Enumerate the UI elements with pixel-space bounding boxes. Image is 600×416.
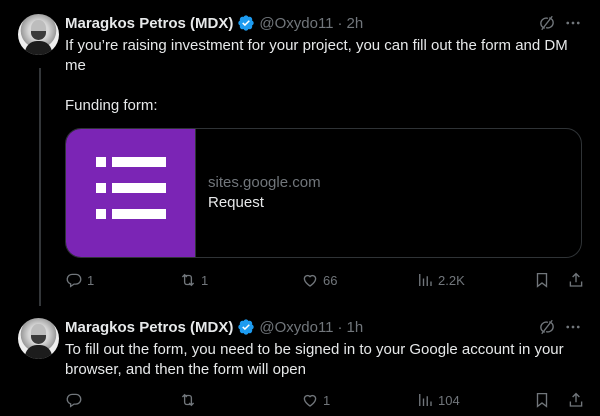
tweet-actions: 1 1 66 2.2K (65, 270, 585, 290)
bookmark-button[interactable] (533, 390, 551, 410)
more-icon[interactable] (564, 14, 582, 32)
repost-button[interactable]: 1 (179, 270, 208, 290)
separator: · (337, 14, 343, 32)
like-count: 1 (323, 392, 331, 408)
views-icon (419, 394, 432, 406)
repost-count: 1 (201, 272, 209, 288)
reply-icon (66, 393, 82, 408)
avatar[interactable] (18, 14, 59, 55)
tweet-header: Maragkos Petros (MDX) @Oxydo11 · 1h (65, 317, 363, 337)
like-button[interactable]: 1 (301, 390, 330, 410)
more-icon[interactable] (564, 318, 582, 336)
view-count: 2.2K (438, 272, 465, 288)
avatar[interactable] (18, 318, 59, 359)
link-card-body: sites.google.com Request (195, 129, 321, 257)
timestamp[interactable]: 1h (347, 319, 364, 336)
bookmark-icon (536, 272, 548, 288)
repost-button[interactable] (179, 390, 201, 410)
bookmark-icon (536, 392, 548, 408)
google-forms-icon (66, 129, 195, 257)
views-button[interactable]: 104 (416, 390, 460, 410)
reply-icon (66, 273, 82, 288)
share-icon (569, 392, 583, 407)
link-card-domain: sites.google.com (208, 174, 321, 191)
like-count: 66 (323, 272, 338, 288)
thread-connector-line (39, 68, 41, 306)
share-icon (569, 272, 583, 287)
author-name[interactable]: Maragkos Petros (MDX) (65, 319, 233, 336)
link-card[interactable]: sites.google.com Request (65, 128, 582, 258)
author-name[interactable]: Maragkos Petros (MDX) (65, 15, 233, 32)
like-icon (303, 394, 317, 407)
author-handle[interactable]: @Oxydo11 (259, 15, 333, 32)
repost-icon (181, 393, 195, 407)
views-icon (419, 274, 432, 286)
tweet-text: If you’re raising investment for your pr… (65, 37, 568, 114)
like-icon (303, 274, 317, 287)
bookmark-button[interactable] (533, 270, 551, 290)
reply-button[interactable]: 1 (65, 270, 94, 290)
separator: · (337, 318, 343, 336)
tweet-text: To fill out the form, you need to be sig… (65, 341, 568, 378)
repost-icon (181, 273, 195, 287)
views-button[interactable]: 2.2K (416, 270, 465, 290)
verified-badge-icon[interactable] (237, 318, 255, 336)
tweet-header: Maragkos Petros (MDX) @Oxydo11 · 2h (65, 13, 363, 33)
author-handle[interactable]: @Oxydo11 (259, 319, 333, 336)
like-button[interactable]: 66 (301, 270, 337, 290)
tweet-actions: 1 104 (65, 390, 585, 410)
verified-badge-icon[interactable] (237, 14, 255, 32)
link-card-title: Request (208, 194, 264, 211)
reply-count: 1 (87, 272, 95, 288)
reply-button[interactable] (65, 390, 87, 410)
timestamp[interactable]: 2h (347, 15, 364, 32)
view-count: 104 (438, 392, 460, 408)
share-button[interactable] (567, 390, 585, 410)
grok-icon[interactable] (538, 14, 556, 32)
share-button[interactable] (567, 270, 585, 290)
grok-icon[interactable] (538, 318, 556, 336)
